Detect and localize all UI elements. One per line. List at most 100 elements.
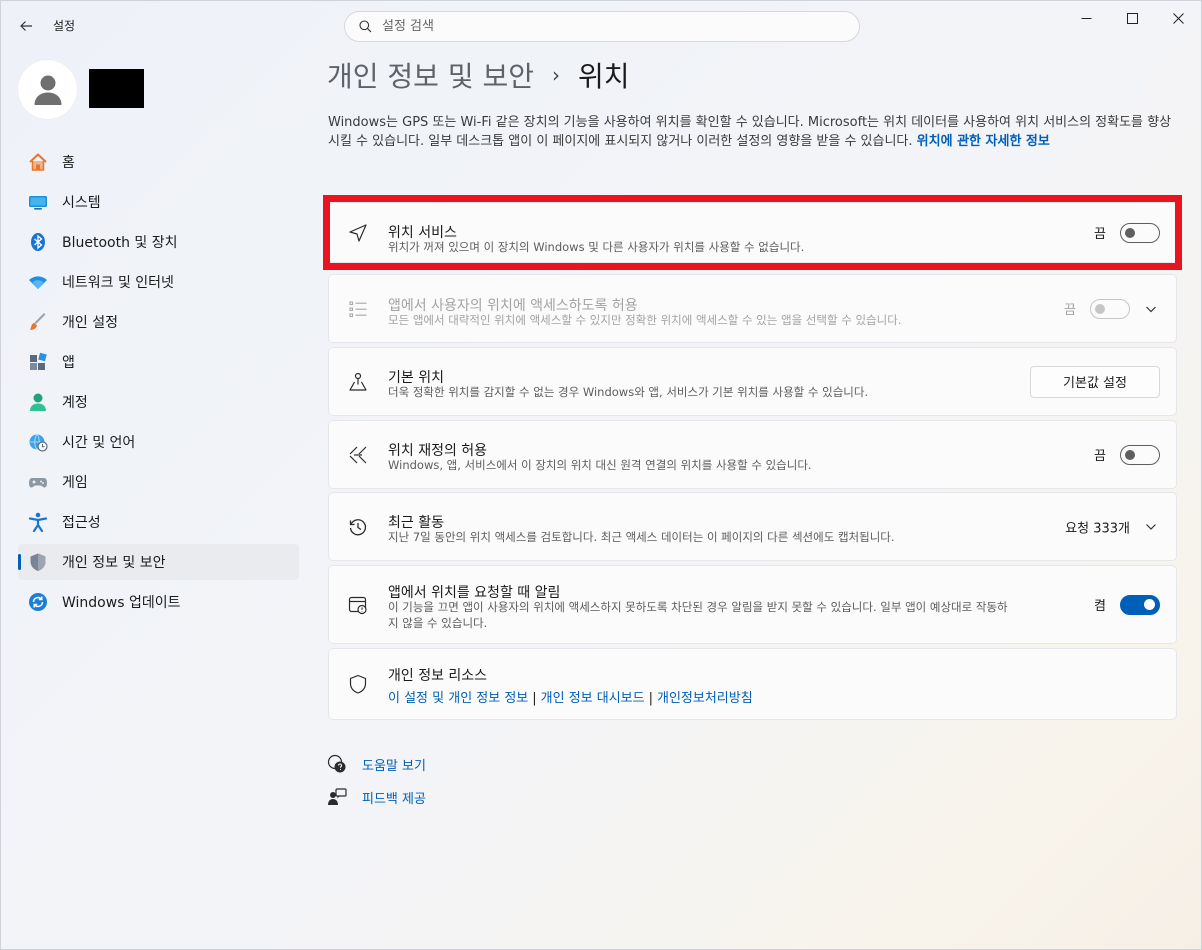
search-input[interactable] [382, 19, 822, 34]
sidebar-item-home[interactable]: 홈 [18, 144, 299, 180]
sidebar-item-system[interactable]: 시스템 [18, 184, 299, 220]
card-subtitle: 더욱 정확한 위치를 감지할 수 없는 경우 Windows와 앱, 서비스가 … [388, 385, 869, 399]
app-title: 설정 [53, 19, 76, 33]
card-location-notify: 앱에서 위치를 요청할 때 알림 이 기능을 끄면 앱이 사용자의 위치에 액세… [328, 565, 1177, 644]
sidebar-item-label: 시간 및 언어 [62, 435, 136, 451]
chevron-down-icon[interactable] [1142, 300, 1160, 318]
sidebar-item-label: 계정 [62, 395, 88, 411]
shield-outline-icon [347, 673, 369, 695]
minimize-icon [1081, 17, 1091, 19]
location-notify-toggle[interactable] [1120, 594, 1160, 615]
sidebar-item-label: Windows 업데이트 [62, 595, 181, 611]
card-subtitle: 지난 7일 동안의 위치 액세스를 검토합니다. 최근 액세스 데이터는 이 페… [388, 530, 895, 544]
feedback-link-label: 피드백 제공 [362, 791, 426, 807]
card-subtitle: Windows, 앱, 서비스에서 이 장치의 위치 대신 원격 연결의 위치를… [388, 458, 812, 472]
history-icon [347, 516, 369, 538]
globe-clock-icon [28, 432, 48, 452]
red-highlight-frame [323, 195, 1182, 270]
give-feedback-link[interactable]: 피드백 제공 [327, 787, 426, 807]
privacy-settings-link[interactable]: 이 설정 및 개인 정보 정보 [388, 691, 528, 706]
sidebar-item-bluetooth[interactable]: Bluetooth 및 장치 [18, 224, 299, 260]
shield-icon [28, 552, 48, 572]
card-title: 개인 정보 리소스 [388, 668, 488, 684]
privacy-dashboard-link[interactable]: 개인 정보 대시보드 [541, 691, 645, 706]
profile-name-redacted [89, 69, 144, 108]
search-box[interactable] [344, 11, 860, 42]
sidebar-item-accessibility[interactable]: 접근성 [18, 504, 299, 540]
learn-more-link[interactable]: 위치에 관한 자세한 정보 [917, 134, 1050, 149]
card-location-override: 위치 재정의 허용 Windows, 앱, 서비스에서 이 장치의 위치 대신 … [328, 420, 1177, 489]
get-help-link[interactable]: 도움말 보기 [327, 754, 426, 774]
search-icon [359, 20, 372, 33]
chevron-down-icon[interactable] [1142, 518, 1160, 536]
sidebar-item-label: 개인 정보 및 보안 [62, 555, 166, 571]
wifi-icon [28, 272, 48, 292]
sidebar-item-label: 홈 [62, 155, 75, 171]
sidebar-item-personalization[interactable]: 개인 설정 [18, 304, 299, 340]
help-chat-icon [327, 754, 347, 774]
card-privacy-resources: 개인 정보 리소스 이 설정 및 개인 정보 정보 | 개인 정보 대시보드 | 개인정… [328, 648, 1177, 720]
settings-window: 설정 홈 시스템 [0, 0, 1202, 950]
brush-icon [28, 312, 48, 332]
apps-icon [28, 352, 48, 372]
back-button[interactable] [13, 13, 39, 39]
sidebar-item-apps[interactable]: 앱 [18, 344, 299, 380]
card-subtitle: 이 기능을 끄면 앱이 사용자의 위치에 액세스하지 못하도록 차단된 경우 알… [388, 600, 1008, 630]
sidebar-item-gaming[interactable]: 게임 [18, 464, 299, 500]
toggle-state-label: 켬 [1094, 599, 1106, 614]
request-count: 요청 333개 [1065, 521, 1130, 536]
toggle-state-label: 끔 [1094, 449, 1106, 464]
home-icon [28, 152, 48, 172]
sidebar-item-label: 게임 [62, 475, 88, 491]
maximize-icon [1126, 12, 1138, 24]
card-control: 요청 333개 [1065, 517, 1160, 536]
card-control: 기본값 설정 [1030, 365, 1160, 398]
card-recent-activity[interactable]: 최근 활동 지난 7일 동안의 위치 액세스를 검토합니다. 최근 액세스 데이… [328, 492, 1177, 561]
page-title: 위치 [578, 60, 630, 93]
avatar[interactable] [18, 60, 77, 119]
breadcrumb: 개인 정보 및 보안 › 위치 [327, 55, 630, 95]
breadcrumb-separator: › [552, 63, 561, 87]
sidebar-item-privacy-security[interactable]: 개인 정보 및 보안 [18, 544, 299, 580]
back-arrow-icon [20, 21, 32, 31]
location-override-toggle[interactable] [1120, 444, 1160, 465]
sidebar-nav: 홈 시스템 Bluetooth 및 장치 네트워크 및 인터넷 개인 설정 앱 … [18, 144, 299, 624]
page-description: Windows는 GPS 또는 Wi-Fi 같은 장치의 기능을 사용하여 위치… [328, 113, 1174, 151]
bluetooth-icon [28, 232, 48, 252]
sidebar-item-label: 앱 [62, 355, 75, 371]
close-button[interactable] [1155, 1, 1201, 35]
accessibility-icon [28, 512, 48, 532]
card-app-access[interactable]: 앱에서 사용자의 위치에 액세스하도록 허용 모든 앱에서 대략적인 위치에 액… [328, 274, 1177, 343]
maximize-button[interactable] [1109, 1, 1155, 35]
link-separator: | [648, 691, 653, 706]
sidebar-item-label: 접근성 [62, 515, 101, 531]
remote-connection-icon [347, 444, 369, 466]
toggle-knob [1095, 303, 1105, 314]
sidebar-item-label: 개인 설정 [62, 315, 118, 331]
title-bar: 설정 [1, 1, 1201, 49]
sidebar-item-windows-update[interactable]: Windows 업데이트 [18, 584, 299, 620]
card-control: 켬 [1094, 594, 1160, 615]
sidebar-item-time-language[interactable]: 시간 및 언어 [18, 424, 299, 460]
card-control: 끔 [1094, 444, 1160, 465]
sidebar-item-network[interactable]: 네트워크 및 인터넷 [18, 264, 299, 300]
privacy-policy-link[interactable]: 개인정보처리방침 [657, 691, 753, 706]
close-icon [1172, 12, 1184, 24]
set-default-button[interactable]: 기본값 설정 [1030, 365, 1160, 398]
minimize-button[interactable] [1063, 1, 1109, 35]
list-icon [347, 298, 369, 320]
privacy-links: 이 설정 및 개인 정보 정보 | 개인 정보 대시보드 | 개인정보처리방침 [388, 687, 753, 706]
toggle-state-label: 끔 [1064, 303, 1076, 318]
app-access-toggle[interactable] [1090, 298, 1130, 319]
sidebar-item-accounts[interactable]: 계정 [18, 384, 299, 420]
toggle-knob [1125, 449, 1135, 460]
map-pin-person-icon [347, 371, 369, 393]
card-default-location: 기본 위치 더욱 정확한 위치를 감지할 수 없는 경우 Windows와 앱,… [328, 347, 1177, 416]
feedback-icon [327, 787, 347, 807]
sidebar-item-label: 네트워크 및 인터넷 [62, 275, 174, 291]
help-link-label: 도움말 보기 [362, 758, 426, 774]
app-notification-icon [347, 594, 369, 616]
user-icon [34, 75, 61, 105]
breadcrumb-parent[interactable]: 개인 정보 및 보안 [327, 55, 534, 95]
update-icon [28, 592, 48, 612]
